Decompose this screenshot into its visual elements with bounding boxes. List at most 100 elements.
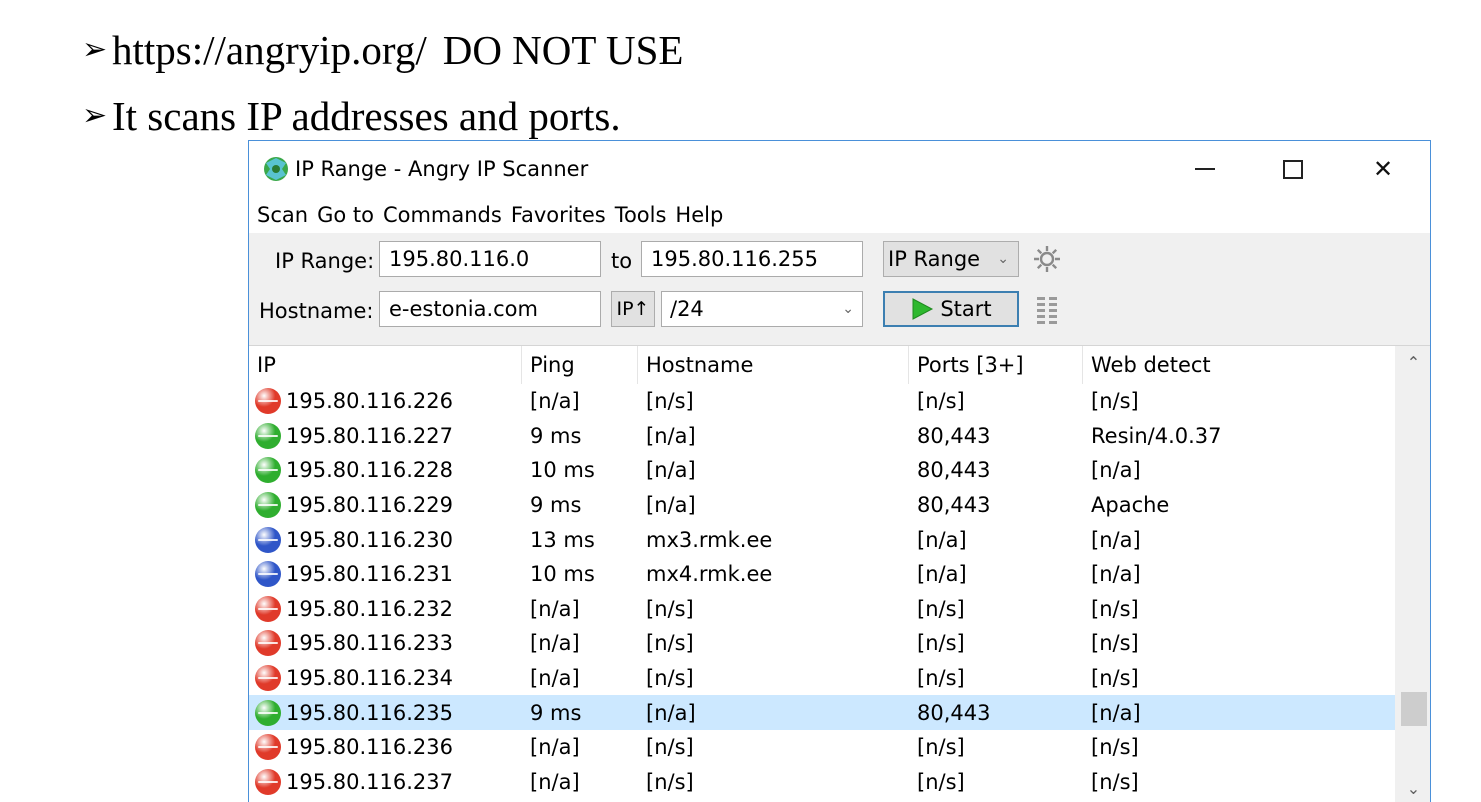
ip-address: 195.80.116.226 bbox=[286, 389, 453, 414]
column-header-hostname[interactable]: Hostname bbox=[638, 346, 909, 384]
close-icon: ✕ bbox=[1372, 155, 1394, 183]
minimize-button[interactable] bbox=[1161, 141, 1249, 197]
cell-ping: 9 ms bbox=[530, 493, 582, 518]
vertical-scrollbar[interactable]: ⌃ ⌄ bbox=[1395, 346, 1430, 802]
table-row[interactable]: 195.80.116.232 [n/a] [n/s] [n/s] [n/s] bbox=[249, 592, 1395, 627]
table-row[interactable]: 195.80.116.230 13 ms mx3.rmk.ee [n/a] [n/a] bbox=[249, 522, 1395, 557]
table-body: 195.80.116.226 [n/a] [n/s] [n/s] [n/s] 195.80… bbox=[249, 384, 1395, 799]
cell-ip: 195.80.116.229 bbox=[249, 492, 522, 519]
hostname-input[interactable]: e-estonia.com bbox=[379, 291, 601, 327]
hostname-label: Hostname: bbox=[259, 299, 374, 323]
status-dead-icon bbox=[255, 388, 281, 415]
maximize-button[interactable] bbox=[1249, 141, 1337, 197]
cell-ports: [n/s] bbox=[917, 769, 965, 794]
column-header-web-detect[interactable]: Web detect bbox=[1083, 346, 1395, 384]
feeder-select-value: IP Range bbox=[888, 247, 981, 271]
cell-hostname: [n/a] bbox=[646, 458, 696, 483]
menu-go-to[interactable]: Go to bbox=[317, 203, 374, 227]
cell-hostname: [n/a] bbox=[646, 423, 696, 448]
settings-gear-icon[interactable] bbox=[1031, 243, 1063, 275]
app-window: IP Range - Angry IP Scanner ✕ Scan Go to… bbox=[248, 140, 1431, 802]
cell-hostname: [n/s] bbox=[646, 389, 694, 414]
cell-ip: 195.80.116.230 bbox=[249, 526, 522, 553]
table-row[interactable]: 195.80.116.226 [n/a] [n/s] [n/s] [n/s] bbox=[249, 384, 1395, 419]
ip-end-input[interactable]: 195.80.116.255 bbox=[641, 241, 863, 277]
ip-address: 195.80.116.233 bbox=[286, 631, 453, 656]
scrollbar-thumb[interactable] bbox=[1401, 692, 1427, 726]
cell-ports: [n/s] bbox=[917, 389, 965, 414]
table-row[interactable]: 195.80.116.233 [n/a] [n/s] [n/s] [n/s] bbox=[249, 626, 1395, 661]
status-alive-icon bbox=[255, 526, 281, 553]
menu-commands[interactable]: Commands bbox=[383, 203, 502, 227]
status-dead-icon bbox=[255, 595, 281, 622]
ip-address: 195.80.116.234 bbox=[286, 666, 453, 691]
feeder-select[interactable]: IP Range ⌄ bbox=[883, 241, 1019, 277]
cell-web-detect: [n/s] bbox=[1091, 769, 1139, 794]
table-row[interactable]: 195.80.116.227 9 ms [n/a] 80,443 Resin/4.0.3… bbox=[249, 419, 1395, 454]
ip-address: 195.80.116.232 bbox=[286, 596, 453, 621]
cell-ports: [n/a] bbox=[917, 562, 967, 587]
bullet-arrow-icon: ➢ bbox=[82, 99, 108, 132]
scroll-up-icon[interactable]: ⌃ bbox=[1395, 346, 1430, 380]
column-header-ping[interactable]: Ping bbox=[522, 346, 638, 384]
cell-web-detect: Apache bbox=[1091, 493, 1170, 518]
table-row[interactable]: 195.80.116.235 9 ms [n/a] 80,443 [n/a] bbox=[249, 695, 1395, 730]
maximize-icon bbox=[1283, 159, 1303, 179]
table-row[interactable]: 195.80.116.237 [n/a] [n/s] [n/s] [n/s] bbox=[249, 765, 1395, 800]
cell-ports: [n/s] bbox=[917, 735, 965, 760]
column-header-ip[interactable]: IP bbox=[249, 346, 522, 384]
columns-list-icon[interactable] bbox=[1035, 295, 1061, 325]
cell-web-detect: [n/s] bbox=[1091, 735, 1139, 760]
table-row[interactable]: 195.80.116.229 9 ms [n/a] 80,443 Apache bbox=[249, 488, 1395, 523]
cell-web-detect: [n/s] bbox=[1091, 596, 1139, 621]
cell-ping: 9 ms bbox=[530, 700, 582, 725]
table-row[interactable]: 195.80.116.231 10 ms mx4.rmk.ee [n/a] [n/a] bbox=[249, 557, 1395, 592]
netmask-select[interactable]: /24 ⌄ bbox=[661, 291, 863, 327]
cell-hostname: [n/a] bbox=[646, 700, 696, 725]
minimize-icon bbox=[1195, 168, 1215, 170]
menu-tools[interactable]: Tools bbox=[615, 203, 667, 227]
cell-ping: [n/a] bbox=[530, 769, 580, 794]
cell-ip: 195.80.116.232 bbox=[249, 595, 522, 622]
ip-address: 195.80.116.231 bbox=[286, 562, 453, 587]
status-alive-icon bbox=[255, 561, 281, 588]
app-logo-icon bbox=[264, 157, 288, 181]
cell-web-detect: [n/a] bbox=[1091, 527, 1141, 552]
start-button-label: Start bbox=[940, 297, 992, 321]
cell-ip: 195.80.116.231 bbox=[249, 561, 522, 588]
ip-address: 195.80.116.237 bbox=[286, 769, 453, 794]
cell-ping: 9 ms bbox=[530, 423, 582, 448]
cell-web-detect: [n/s] bbox=[1091, 631, 1139, 656]
scroll-down-icon[interactable]: ⌄ bbox=[1395, 772, 1430, 802]
table-row[interactable]: 195.80.116.228 10 ms [n/a] 80,443 [n/a] bbox=[249, 453, 1395, 488]
column-header-ports[interactable]: Ports [3+] bbox=[909, 346, 1083, 384]
status-alive-open-icon bbox=[255, 492, 281, 519]
ip-lookup-button[interactable]: IP↑ bbox=[611, 291, 655, 327]
table-row[interactable]: 195.80.116.236 [n/a] [n/s] [n/s] [n/s] bbox=[249, 730, 1395, 765]
ip-start-input[interactable]: 195.80.116.0 bbox=[379, 241, 601, 277]
close-button[interactable]: ✕ bbox=[1339, 141, 1427, 197]
cell-ip: 195.80.116.235 bbox=[249, 699, 522, 726]
menu-favorites[interactable]: Favorites bbox=[511, 203, 606, 227]
menu-bar: Scan Go to Commands Favorites Tools Help bbox=[249, 197, 1430, 233]
cell-ping: 10 ms bbox=[530, 458, 595, 483]
menu-scan[interactable]: Scan bbox=[257, 203, 308, 227]
status-dead-icon bbox=[255, 665, 281, 692]
status-dead-icon bbox=[255, 630, 281, 657]
ip-address: 195.80.116.235 bbox=[286, 700, 453, 725]
cell-ping: [n/a] bbox=[530, 666, 580, 691]
cell-ports: 80,443 bbox=[917, 700, 991, 725]
table-row[interactable]: 195.80.116.234 [n/a] [n/s] [n/s] [n/s] bbox=[249, 661, 1395, 696]
title-bar: IP Range - Angry IP Scanner ✕ bbox=[249, 141, 1430, 197]
cell-ping: 10 ms bbox=[530, 562, 595, 587]
ip-address: 195.80.116.236 bbox=[286, 735, 453, 760]
cell-web-detect: [n/s] bbox=[1091, 389, 1139, 414]
start-button[interactable]: Start bbox=[883, 291, 1019, 327]
menu-help[interactable]: Help bbox=[675, 203, 723, 227]
cell-ping: [n/a] bbox=[530, 631, 580, 656]
cell-ports: 80,443 bbox=[917, 458, 991, 483]
to-label: to bbox=[611, 249, 633, 273]
cell-web-detect: [n/a] bbox=[1091, 458, 1141, 483]
status-alive-open-icon bbox=[255, 699, 281, 726]
ip-address: 195.80.116.229 bbox=[286, 493, 453, 518]
